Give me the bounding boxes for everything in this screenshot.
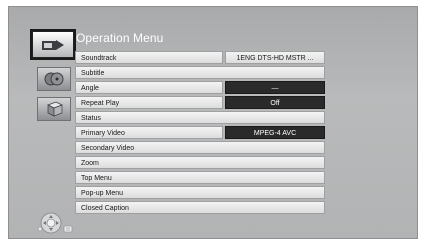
primary-video-value[interactable]: MPEG-4 AVC	[225, 126, 325, 140]
repeat-play-value[interactable]: Off	[225, 96, 325, 110]
angle-value[interactable]: —	[225, 81, 325, 95]
remote-navigation-hint	[37, 211, 77, 235]
secondary-video-label[interactable]: Secondary Video	[75, 141, 325, 155]
angle-label[interactable]: Angle	[75, 81, 223, 95]
menu-row-status[interactable]: Status	[75, 111, 327, 125]
subtitle-label[interactable]: Subtitle	[75, 66, 325, 80]
menu-row-secondary-video[interactable]: Secondary Video	[75, 141, 327, 155]
playback-icon	[42, 39, 64, 50]
menu-row-closed-caption[interactable]: Closed Caption	[75, 201, 327, 215]
menu-title: Operation Menu	[76, 31, 164, 45]
disc-icon	[44, 72, 64, 86]
closed-caption-label[interactable]: Closed Caption	[75, 201, 325, 215]
tab-box[interactable]	[37, 97, 71, 121]
tab-playback[interactable]	[30, 29, 76, 60]
primary-video-label[interactable]: Primary Video	[75, 126, 223, 140]
menu-row-subtitle[interactable]: Subtitle	[75, 66, 327, 80]
box-icon	[47, 101, 63, 117]
menu-row-popup-menu[interactable]: Pop-up Menu	[75, 186, 327, 200]
tab-disc[interactable]	[37, 67, 71, 91]
menu-row-angle[interactable]: Angle —	[75, 81, 327, 95]
menu-row-zoom[interactable]: Zoom	[75, 156, 327, 170]
operation-menu-list: Soundtrack 1ENG DTS-HD MSTR ... Subtitle…	[75, 51, 327, 217]
soundtrack-value[interactable]: 1ENG DTS-HD MSTR ...	[225, 51, 325, 64]
menu-row-repeat-play[interactable]: Repeat Play Off	[75, 96, 327, 110]
repeat-play-label[interactable]: Repeat Play	[75, 96, 223, 110]
soundtrack-label[interactable]: Soundtrack	[75, 51, 223, 64]
popup-menu-label[interactable]: Pop-up Menu	[75, 186, 325, 200]
menu-row-soundtrack[interactable]: Soundtrack 1ENG DTS-HD MSTR ...	[75, 51, 327, 64]
menu-row-primary-video[interactable]: Primary Video MPEG-4 AVC	[75, 126, 327, 140]
zoom-label[interactable]: Zoom	[75, 156, 325, 170]
status-label[interactable]: Status	[75, 111, 325, 125]
top-menu-label[interactable]: Top Menu	[75, 171, 325, 185]
operation-menu-screen: Operation Menu Soundtrack 1ENG DTS-HD MS…	[8, 6, 418, 239]
remote-navigation-icon	[37, 212, 73, 234]
menu-row-top-menu[interactable]: Top Menu	[75, 171, 327, 185]
